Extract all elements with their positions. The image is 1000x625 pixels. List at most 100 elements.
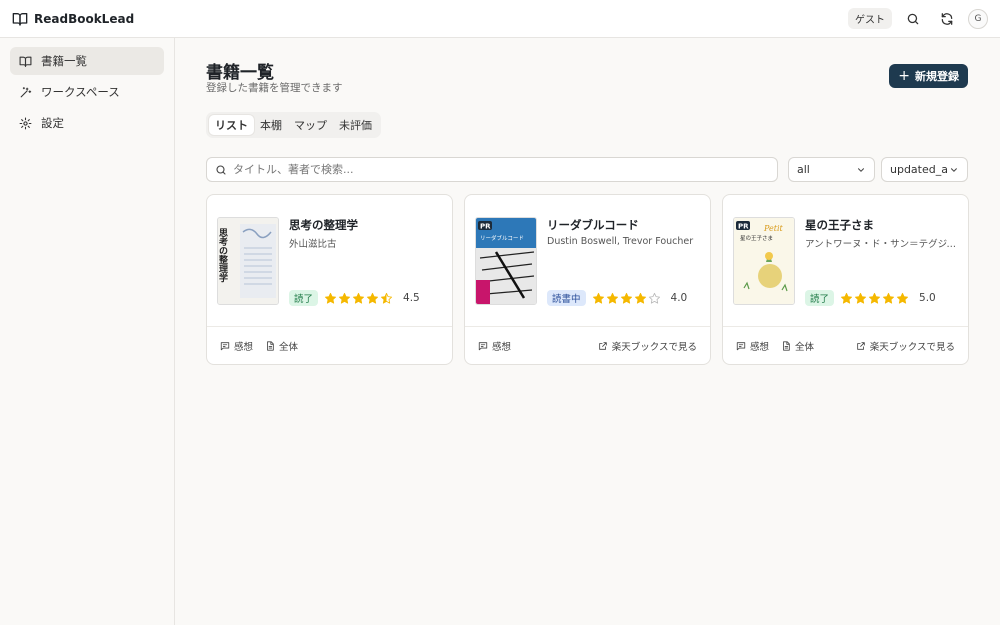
star-icon [648,292,660,304]
star-icon [896,292,909,304]
app-name: ReadBookLead [34,11,135,26]
card-footer: 感想 楽天ブックスで見る [465,326,710,364]
star-icon [840,292,853,304]
book-author: アントワーヌ・ド・サン＝テグジュペリ [805,239,963,250]
book-cover[interactable]: 思考の整理学 [217,217,279,305]
star-icon [338,292,351,304]
star-icon [380,292,393,304]
app-header: ReadBookLead ゲスト G [0,0,1000,38]
overview-link[interactable]: 全体 [781,339,814,353]
review-link-label: 感想 [492,341,512,353]
book-open-icon [19,56,32,67]
cover-art: PR リーダブルコード [476,218,536,304]
review-link[interactable]: 感想 [220,339,253,353]
guest-badge: ゲスト [848,8,892,29]
new-book-button[interactable]: + 新規登録 [889,64,968,88]
chevron-down-icon [951,167,958,172]
rating-value: 5.0 [919,292,936,304]
view-tabs: リスト 本棚 マップ 未評価 [206,112,381,138]
cover-art: Petit PR 星の王子さま [734,218,794,304]
review-link[interactable]: 感想 [478,339,511,353]
star-icon [366,292,379,304]
card-footer: 感想 全体 [207,326,452,364]
star-icon [606,292,618,304]
status-badge: 読書中 [547,290,586,306]
sort-value: updated_a [890,163,948,176]
sidebar-item-settings[interactable]: 設定 [10,109,164,137]
cover-title: リーダブルコード [480,234,524,242]
star-icon [854,292,867,304]
message-icon [220,341,230,350]
status-filter-select[interactable]: all [788,157,875,182]
star-rating [840,292,909,305]
search-input[interactable] [233,163,769,176]
external-link-icon [857,341,865,350]
user-avatar[interactable]: G [968,8,988,29]
cover-art: 思考の整理学 [218,218,278,304]
star-rating [324,292,393,305]
star-icon [620,292,632,304]
star-rating [592,292,661,305]
star-icon [352,292,365,304]
overview-link-label: 全体 [279,341,299,353]
star-icon [634,292,646,304]
book-title: リーダブルコード [547,218,639,232]
sort-select[interactable]: updated_a [881,157,968,182]
search-button[interactable] [900,6,926,32]
book-cover[interactable]: Petit PR 星の王子さま [733,217,795,305]
book-card-list: 思考の整理学 思考の整理学 外山滋比古 読了 4.5 感想 全体 PR リーダブ… [206,194,969,365]
status-badge: 読了 [805,290,835,306]
tab-map[interactable]: マップ [288,115,333,135]
tab-unrated[interactable]: 未評価 [333,115,378,135]
book-author: 外山滋比古 [289,239,337,250]
cover-title: 思考の整理学 [218,228,229,283]
cover-title: 星の王子さま [740,235,773,242]
sidebar: 書籍一覧 ワークスペース 設定 [0,38,175,625]
magic-wand-icon [20,86,32,97]
app-brand[interactable]: ReadBookLead [12,11,134,27]
book-title: 星の王子さま [805,218,874,232]
book-card[interactable]: 思考の整理学 思考の整理学 外山滋比古 読了 4.5 感想 全体 [206,194,453,365]
cover-logo: Petit [763,224,784,233]
tab-list[interactable]: リスト [209,115,254,135]
rating-value: 4.5 [403,292,420,304]
pr-badge: PR [738,223,749,231]
refresh-button[interactable] [934,6,960,32]
status-filter-value: all [797,163,810,176]
sidebar-item-workspace[interactable]: ワークスペース [10,78,164,106]
sidebar-item-books[interactable]: 書籍一覧 [10,47,164,75]
tab-bookshelf[interactable]: 本棚 [254,115,288,135]
book-card[interactable]: Petit PR 星の王子さま 星の王子さま アントワーヌ・ド・サン＝テグジュペ… [722,194,969,365]
status-badge: 読了 [289,290,319,306]
search-icon [907,13,919,24]
rakuten-link-label: 楽天ブックスで見る [611,341,697,353]
star-icon [592,292,604,304]
pr-badge: PR [480,223,491,231]
rakuten-link[interactable]: 楽天ブックスで見る [856,339,955,353]
search-icon [216,164,226,175]
star-icon [324,292,337,304]
gear-icon [19,117,32,129]
new-book-label: 新規登録 [915,70,959,83]
document-icon [783,340,790,351]
card-footer: 感想 全体 楽天ブックスで見る [723,326,968,364]
overview-link-label: 全体 [795,341,815,353]
sidebar-item-label: 書籍一覧 [41,54,87,68]
rating-value: 4.0 [670,292,688,304]
book-cover[interactable]: PR リーダブルコード [475,217,537,305]
book-open-icon [12,12,28,26]
page-subtitle: 登録した書籍を管理できます [206,82,343,94]
external-link-icon [599,341,607,350]
star-icon [882,292,895,304]
chevron-down-icon [857,167,865,172]
overview-link[interactable]: 全体 [265,339,298,353]
sidebar-item-label: 設定 [41,116,64,130]
rakuten-link-label: 楽天ブックスで見る [869,341,955,353]
book-author: Dustin Boswell, Trevor Foucher [547,236,694,247]
message-icon [478,341,488,350]
review-link[interactable]: 感想 [736,339,769,353]
search-box [206,157,778,182]
book-card[interactable]: PR リーダブルコード リーダブルコード Dustin Boswell, Tre… [464,194,711,365]
sidebar-item-label: ワークスペース [41,85,120,99]
rakuten-link[interactable]: 楽天ブックスで見る [598,339,697,353]
